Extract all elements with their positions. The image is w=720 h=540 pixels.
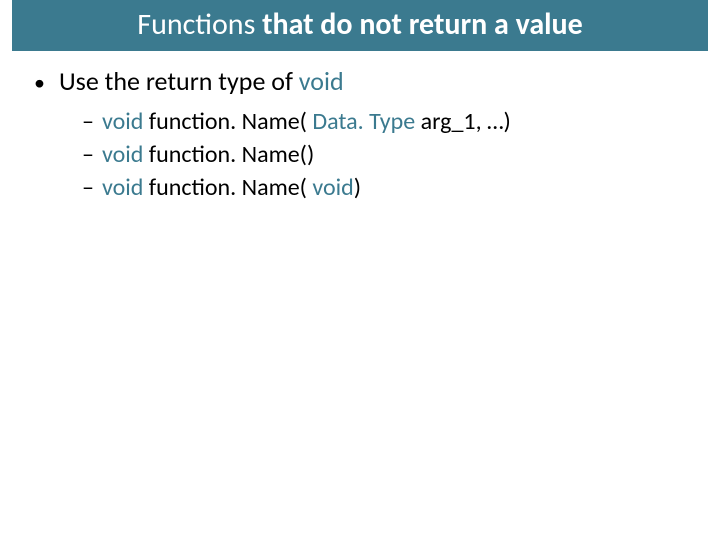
bullet-dash-icon: – [82,140,94,169]
bullet-text: void function. Name( Data. Type arg_1, …… [102,107,511,136]
bullet-text: void function. Name() [102,140,314,169]
keyword-void: void [102,107,143,136]
title-part1: Functions [137,6,262,43]
slide: Functions that do not return a value • U… [0,0,720,540]
title-part2: that do not return a value [262,6,583,43]
bullet-level2: – void function. Name( Data. Type arg_1,… [82,107,690,136]
keyword-void: void [299,65,344,97]
code-fragment: function. Name( [143,173,312,202]
bullet-dash-icon: – [82,107,94,136]
bullet-text: Use the return type of void [59,65,344,97]
code-fragment: ) [354,173,361,202]
slide-title: Functions that do not return a value [12,0,708,51]
bullet-text: void function. Name( void) [102,173,361,202]
bullet-dot-icon: • [34,72,45,94]
code-fragment: function. Name( [143,107,312,136]
keyword-datatype: Data. Type [312,107,415,136]
bullet-level1: • Use the return type of void [34,65,690,97]
keyword-void: void [102,173,143,202]
slide-content: • Use the return type of void – void fun… [0,51,720,202]
keyword-void: void [312,173,353,202]
bullet-dash-icon: – [82,173,94,202]
code-fragment: function. Name() [143,140,314,169]
keyword-void: void [102,140,143,169]
bullet-text-pre: Use the return type of [59,65,299,97]
bullet-level2: – void function. Name( void) [82,173,690,202]
bullet-level2: – void function. Name() [82,140,690,169]
code-fragment: arg_1, …) [415,107,511,136]
